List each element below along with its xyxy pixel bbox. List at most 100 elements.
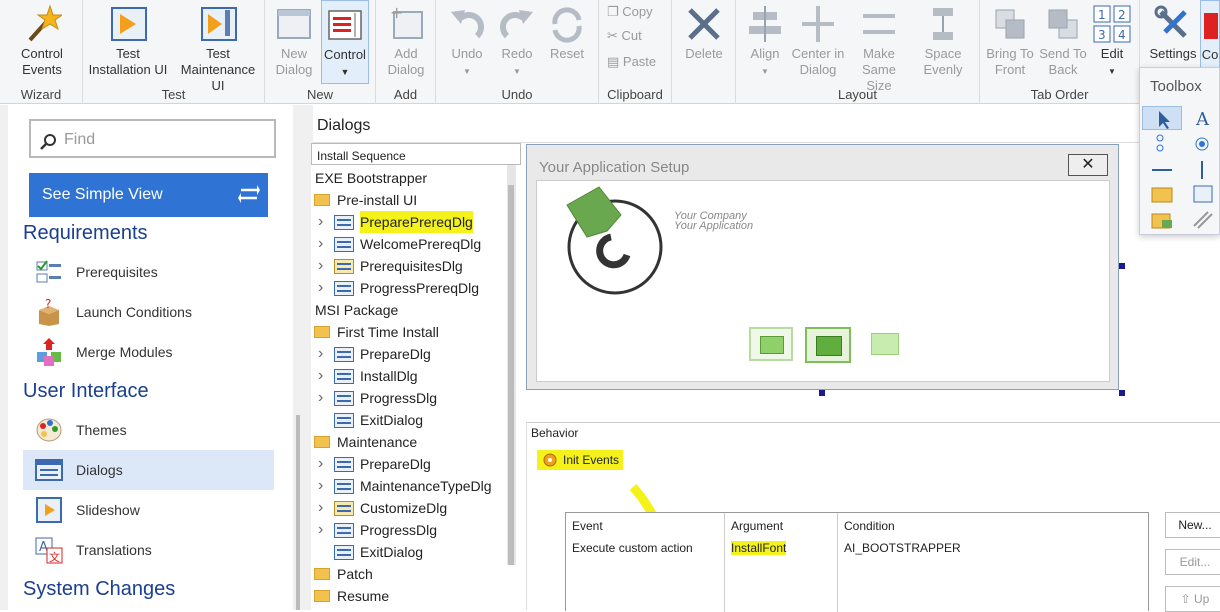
tree-dialog-item[interactable]: › PreparePrereqDlg [311,211,511,233]
tree-folder[interactable]: Resume [311,585,511,607]
tree-folder[interactable]: First Time Install [311,321,511,343]
nav-item-launch-conditions[interactable]: ? Launch Conditions [23,292,274,332]
folder-tool[interactable] [1142,182,1182,206]
new-dialog-button[interactable]: New Dialog [269,0,319,84]
make-same-size-button[interactable]: Make Same Size [846,0,912,93]
chevron-right-icon[interactable]: › [318,475,323,497]
init-events-tab[interactable]: Init Events [537,450,624,470]
tree-dialog-item[interactable]: › ProgressPrereqDlg [311,277,511,299]
resize-handle[interactable] [819,390,825,396]
nav-item-translations[interactable]: A文 Translations [23,530,274,570]
resize-handle[interactable] [1119,263,1125,269]
database-tool[interactable] [1182,182,1220,206]
dialog-preview[interactable]: Your Application Setup ✕ Your Company Yo… [526,144,1119,390]
dialog-warning-icon [334,501,354,516]
test-installation-ui-button[interactable]: Test Installation UI [83,0,173,84]
tree-dialog-item[interactable]: › CustomizeDlg [311,497,511,519]
tree-folder[interactable]: Patch [311,563,511,585]
chevron-right-icon[interactable]: › [318,519,323,541]
tree-dialog-item[interactable]: ExitDialog [311,541,511,563]
tree-dialog-item[interactable]: › WelcomePrereqDlg [311,233,511,255]
send-to-back-button[interactable]: Send To Back [1036,0,1090,84]
reset-button[interactable]: Reset [544,0,590,84]
center-in-dialog-button[interactable]: Center in Dialog [790,0,846,84]
condition-cell[interactable]: AI_BOOTSTRAPPER [844,541,961,555]
switch-arrows-icon [238,185,260,203]
group-clipboard: ❐ Copy ✂ Cut ▤ Paste Clipboard [599,0,672,104]
tree-dialog-item[interactable]: › ProgressDlg [311,519,511,541]
tree-dialog-item[interactable]: › PrepareDlg [311,453,511,475]
chevron-right-icon[interactable]: › [318,387,323,409]
vertical-line-tool[interactable] [1182,158,1220,182]
control-events-button[interactable]: Control Events [8,0,76,84]
redo-button[interactable]: Redo ▼ [494,0,540,84]
cut-button[interactable]: ✂ Cut [607,24,642,48]
pointer-tool[interactable] [1142,106,1182,130]
radio-button-tool[interactable] [1182,132,1220,156]
chevron-right-icon[interactable]: › [318,365,323,387]
chevron-right-icon[interactable]: › [318,497,323,519]
space-evenly-button[interactable]: Space Evenly [914,0,972,84]
see-simple-view-button[interactable]: See Simple View [29,173,268,217]
dialog-icon [334,281,354,296]
find-input[interactable]: Find [29,119,276,158]
new-event-button[interactable]: New... [1165,512,1220,538]
add-dialog-button[interactable]: + Add Dialog [380,0,432,84]
tree-section[interactable]: EXE Bootstrapper [311,167,511,189]
chevron-right-icon[interactable]: › [318,255,323,277]
left-panel-scrollbar[interactable] [293,105,313,610]
chevron-right-icon[interactable]: › [318,233,323,255]
paste-button[interactable]: ▤ Paste [607,50,656,74]
nav-item-themes[interactable]: Themes [23,410,274,450]
text-tool[interactable]: A [1182,106,1220,130]
chevron-right-icon[interactable]: › [318,211,323,233]
database-icon [1193,185,1213,203]
chevron-down-icon: ▼ [513,67,521,76]
test-maintenance-ui-button[interactable]: Test Maintenance UI [173,0,263,93]
resize-handle[interactable] [1119,390,1125,396]
tree-scrollbar[interactable] [507,165,516,565]
nav-item-dialogs[interactable]: Dialogs [23,450,274,490]
edit-event-button[interactable]: Edit... [1165,549,1220,575]
radio-group-tool[interactable] [1142,132,1182,156]
nav-item-merge-modules[interactable]: Merge Modules [23,332,274,372]
edit-tab-order-button[interactable]: 1 2 3 4 Edit ▼ [1090,0,1134,84]
svg-text:文: 文 [49,550,60,564]
move-up-button[interactable]: ⇧ Up [1165,586,1220,612]
folder-key-tool[interactable] [1142,208,1182,232]
nav-item-prerequisites[interactable]: Prerequisites [23,252,274,292]
tree-dialog-item[interactable]: ExitDialog [311,409,511,431]
tree-folder[interactable]: Pre-install UI [311,189,511,211]
tree-dialog-item[interactable]: › MaintenanceTypeDlg [311,475,511,497]
tree-dialog-item[interactable]: › PrepareDlg [311,343,511,365]
nav-item-slideshow[interactable]: Slideshow [23,490,274,530]
tree-section[interactable]: MSI Package [311,299,511,321]
dialog-close-button[interactable]: ✕ [1068,154,1108,176]
line-tool[interactable] [1142,158,1182,182]
control-button[interactable]: Control ▼ [321,0,369,84]
tree-header[interactable]: Install Sequence [311,143,521,165]
behavior-panel: Behavior Init Events Event Execute custo… [526,422,1220,612]
event-cell[interactable]: Execute custom action [572,541,693,555]
tree-dialog-item[interactable]: › InstallDlg [311,365,511,387]
attachment-tool[interactable] [1182,208,1220,232]
tree-folder[interactable]: Maintenance [311,431,511,453]
tree-dialog-item[interactable]: › ProgressDlg [311,387,511,409]
scrollbar-thumb[interactable] [296,415,300,610]
chevron-right-icon[interactable]: › [318,343,323,365]
argument-cell[interactable]: InstallFont [731,541,787,555]
tree-item-label: MSI Package [315,302,399,318]
delete-button[interactable]: Delete [678,0,730,84]
group-label-tab-order: Tab Order [1030,87,1089,102]
dialog-tree: Install Sequence EXE Bootstrapper Pre-ins… [311,143,521,610]
scrollbar-thumb[interactable] [508,185,514,565]
bring-to-front-button[interactable]: Bring To Front [982,0,1038,84]
copy-button[interactable]: ❐ Copy [607,0,653,24]
undo-button[interactable]: Undo ▼ [444,0,490,84]
align-button[interactable]: Align ▼ [738,0,792,84]
dialog-preview-body: Your Company Your Application [536,180,1110,382]
tree-dialog-item[interactable]: › PrerequisitesDlg [311,255,511,277]
chevron-right-icon[interactable]: › [318,277,323,299]
chevron-right-icon[interactable]: › [318,453,323,475]
folder-icon [314,436,330,448]
